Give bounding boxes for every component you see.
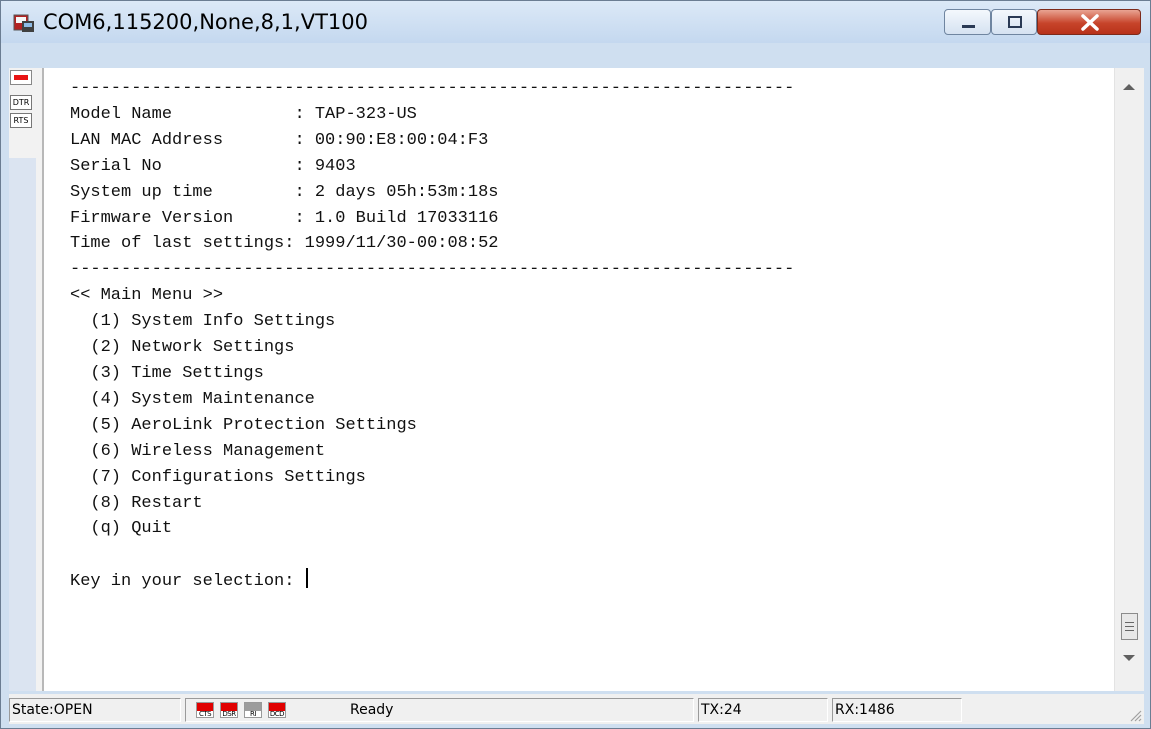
last-settings-value: 1999/11/30-00:08:52 [304,234,499,254]
connection-indicator-icon[interactable] [10,70,32,85]
info-label: LAN MAC Address [70,130,224,150]
menu-item: (6) Wireless Management [90,441,326,461]
cts-led-icon: CTS [196,702,214,718]
scroll-down-icon[interactable] [1123,655,1135,661]
scroll-up-icon[interactable] [1123,84,1135,90]
terminal-screen[interactable]: ----------------------------------------… [42,68,1114,691]
dtr-toggle[interactable]: DTR [10,95,32,110]
signal-status-panel: CTS DSR RI DCD Ready [185,698,694,722]
mac-address-value: 00:90:E8:00:04:F3 [314,130,489,150]
menu-item: (4) System Maintenance [90,389,315,409]
terminal-window: COM6,115200,None,8,1,VT100 DTR RTS -----… [0,0,1151,729]
menu-title: << Main Menu >> [70,286,224,306]
info-label: Serial No [70,156,162,176]
app-icon [13,14,34,32]
rts-toggle[interactable]: RTS [10,113,32,128]
dsr-led-icon: DSR [220,702,238,718]
close-button[interactable] [1037,9,1141,35]
ready-status: Ready [350,702,394,718]
info-label: System up time [70,182,213,202]
vertical-scrollbar[interactable] [1114,68,1144,691]
dcd-led-icon: DCD [268,702,286,718]
resize-grip-icon[interactable] [1128,708,1142,722]
selection-prompt: Key in your selection: [70,572,305,592]
dsr-label: DSR [222,710,236,718]
menu-item: (7) Configurations Settings [90,467,366,487]
ri-label: RI [250,710,256,718]
menu-item: (1) System Info Settings [90,312,336,332]
menu-item: (5) AeroLink Protection Settings [90,415,417,435]
model-name-value: TAP-323-US [314,104,417,124]
menu-item: (8) Restart [90,493,203,513]
rx-counter: RX:1486 [832,698,962,722]
terminal-output: ----------------------------------------… [70,79,795,592]
firmware-value: 1.0 Build 17033116 [314,208,499,228]
cts-label: CTS [198,710,212,718]
text-cursor [305,568,308,589]
uptime-value: 2 days 05h:53m:18s [314,182,499,202]
status-bar: State:OPEN CTS DSR RI DCD Ready TX:24 RX… [9,694,1144,724]
scroll-thumb[interactable] [1121,613,1138,640]
serial-no-value: 9403 [314,156,356,176]
minimize-icon [962,25,975,28]
dcd-label: DCD [269,710,285,718]
window-title: COM6,115200,None,8,1,VT100 [43,10,368,34]
separator-line: ----------------------------------------… [70,260,795,280]
state-status: State:OPEN [9,698,181,722]
sidebar-pane [9,158,36,691]
tx-counter: TX:24 [698,698,828,722]
ri-led-icon: RI [244,702,262,718]
info-label: Model Name [70,104,173,124]
close-icon [1081,14,1099,31]
maximize-button[interactable] [991,9,1037,35]
menu-item: (3) Time Settings [90,363,264,383]
title-bar[interactable]: COM6,115200,None,8,1,VT100 [1,1,1150,43]
client-area: DTR RTS --------------------------------… [9,68,1144,691]
separator-line: ----------------------------------------… [70,79,795,98]
info-label: Firmware Version [70,208,234,228]
info-label: Time of last settings [70,234,285,254]
maximize-icon [1008,16,1022,28]
minimize-button[interactable] [944,9,991,35]
menu-item: (2) Network Settings [90,338,295,358]
menu-item: (q) Quit [90,519,173,539]
